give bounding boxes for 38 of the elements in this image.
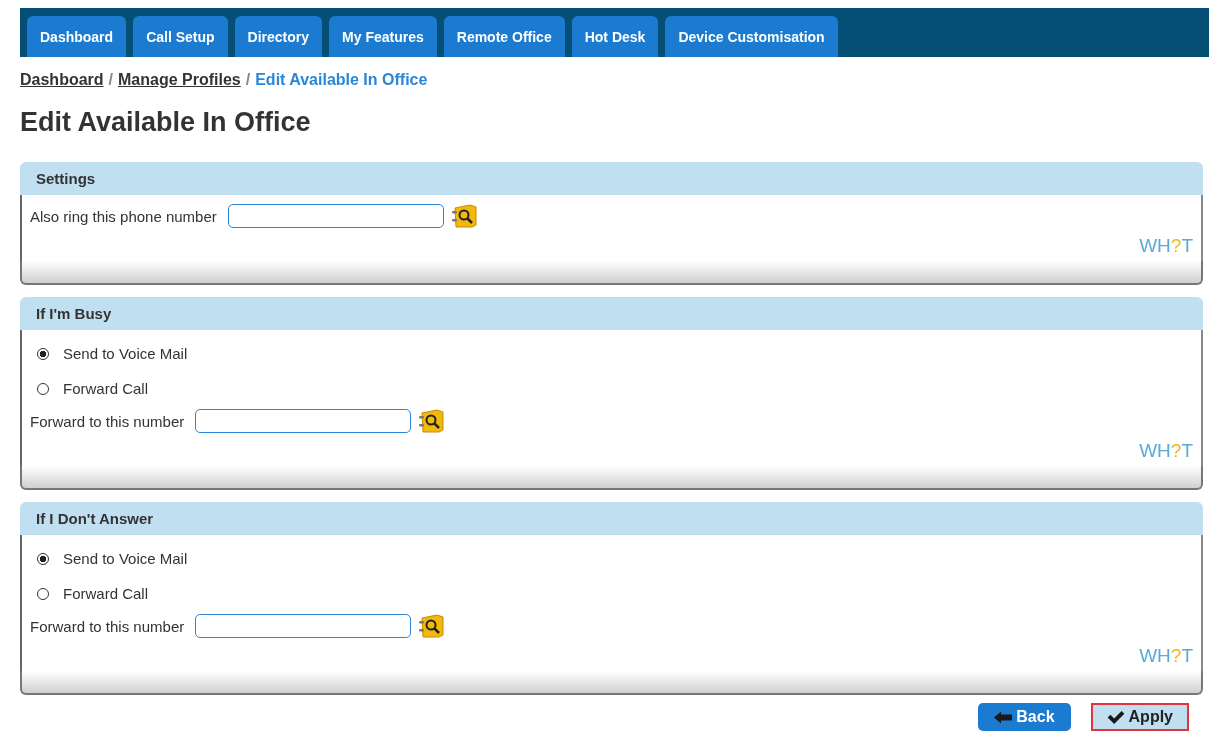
nav-tab[interactable]: Remote Office — [443, 16, 565, 57]
breadcrumb-link[interactable]: Dashboard — [20, 71, 104, 89]
input-field[interactable] — [195, 409, 412, 433]
input-field[interactable] — [195, 614, 412, 638]
section-header: If I'm Busy — [20, 297, 1203, 330]
field-label: Forward to this number — [30, 412, 185, 430]
what-logo: WH?T — [1138, 235, 1193, 257]
radio-label: Send to Voice Mail — [63, 550, 188, 567]
breadcrumb-separator: / — [245, 71, 251, 89]
directory-search-icon[interactable] — [449, 203, 478, 229]
checkmark-icon — [1106, 710, 1125, 724]
radio-button[interactable] — [37, 552, 49, 565]
nav-tab[interactable]: Directory — [234, 16, 323, 57]
radio-label: Forward Call — [63, 380, 149, 397]
back-button[interactable]: Back — [978, 703, 1071, 731]
page-title: Edit Available In Office — [20, 107, 312, 138]
field-label: Forward to this number — [30, 617, 185, 635]
nav-tab[interactable]: Device Customisation — [665, 16, 838, 57]
field-label: Also ring this phone number — [30, 207, 217, 225]
directory-search-icon[interactable] — [417, 408, 446, 434]
directory-search-icon[interactable] — [417, 613, 446, 639]
arrow-left-icon — [994, 710, 1013, 724]
what-logo: WH?T — [1138, 440, 1193, 462]
breadcrumb-link[interactable]: Manage Profiles — [118, 71, 241, 89]
breadcrumb-separator: / — [108, 71, 114, 89]
section-header: Settings — [20, 162, 1203, 195]
radio-label: Send to Voice Mail — [63, 345, 188, 362]
breadcrumb-current: Edit Available In Office — [255, 71, 428, 89]
nav-tab[interactable]: Hot Desk — [571, 16, 659, 57]
input-field[interactable] — [227, 204, 444, 228]
radio-button[interactable] — [37, 347, 49, 360]
nav-tab[interactable]: Call Setup — [133, 16, 228, 57]
section-header: If I Don't Answer — [20, 502, 1203, 535]
apply-button[interactable]: Apply — [1090, 703, 1189, 731]
radio-label: Forward Call — [63, 585, 149, 602]
nav-tab[interactable]: My Features — [329, 16, 437, 57]
what-logo: WH?T — [1138, 645, 1193, 667]
nav-tab[interactable]: Dashboard — [27, 16, 127, 57]
